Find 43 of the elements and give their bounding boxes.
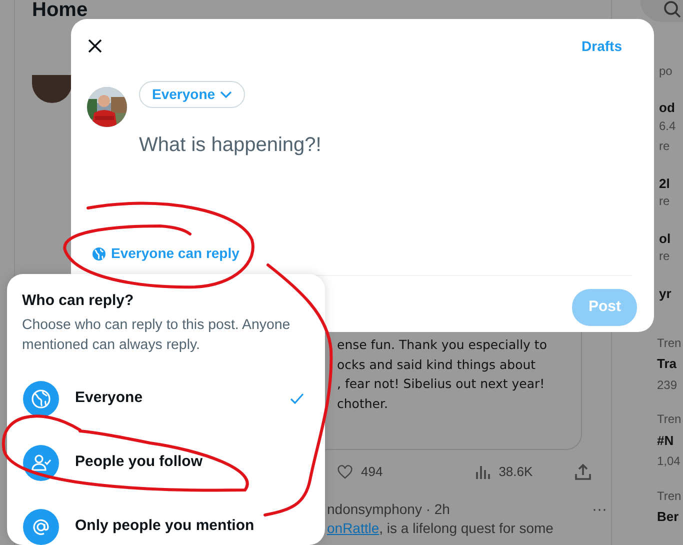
page-title: Home [32, 0, 88, 20]
trend-caption: Tren [657, 412, 682, 427]
trend-title[interactable]: ol [659, 230, 683, 246]
post-text-line: ense fun. Thank you especially to [337, 336, 547, 354]
post-text: onRattle, is a lifelong quest for some [327, 519, 554, 538]
heart-icon[interactable] [337, 464, 353, 480]
post-text-line: chother. [337, 394, 389, 412]
search-bar[interactable] [640, 0, 683, 22]
post-header: ndonsymphony · 2h [327, 500, 450, 519]
view-count: 38.6K [498, 463, 533, 481]
trend-caption: po [659, 64, 674, 78]
menu-description: Choose who can reply to this post. Anyone mentioned can always reply. [22, 316, 292, 354]
search-icon [664, 1, 682, 19]
post-text-line: ocks and said kind things about [337, 356, 537, 374]
menu-title: Who can reply? [22, 291, 135, 311]
bar-chart-icon[interactable] [474, 464, 491, 480]
person-check-icon [30, 452, 52, 474]
reply-option[interactable]: Only people you mention [7, 494, 325, 545]
globe-icon [30, 388, 52, 410]
post-input[interactable]: What is happening?! [139, 130, 499, 160]
trend-count: 1,04 [657, 454, 682, 469]
reply-option[interactable]: People you follow [7, 430, 325, 494]
trend-title[interactable]: Ber [657, 509, 683, 525]
trend-title[interactable]: yr [659, 286, 683, 302]
trend-title[interactable]: 2l [659, 176, 683, 192]
post-text-line: , fear not! Sibelius out next year! [337, 375, 546, 393]
trend-count: 239 [657, 378, 678, 392]
trend-title[interactable]: Tra [657, 356, 683, 372]
reply-option[interactable]: Everyone [7, 366, 325, 430]
trend-caption: re [659, 194, 671, 209]
avatar [32, 75, 72, 103]
trend-title[interactable]: #N [657, 432, 683, 448]
like-count: 494 [361, 463, 383, 481]
trend-caption: re [659, 249, 671, 264]
trend-caption: Tren [657, 488, 682, 504]
globe-icon [92, 246, 106, 260]
more-button[interactable]: ··· [592, 502, 607, 517]
trend-caption: Tren [657, 336, 682, 350]
trend-count: 6.4 [659, 118, 677, 134]
share-icon[interactable] [574, 462, 592, 481]
caret-icon [220, 90, 232, 98]
trend-caption: re [659, 139, 671, 154]
trend-title[interactable]: od [659, 100, 683, 116]
